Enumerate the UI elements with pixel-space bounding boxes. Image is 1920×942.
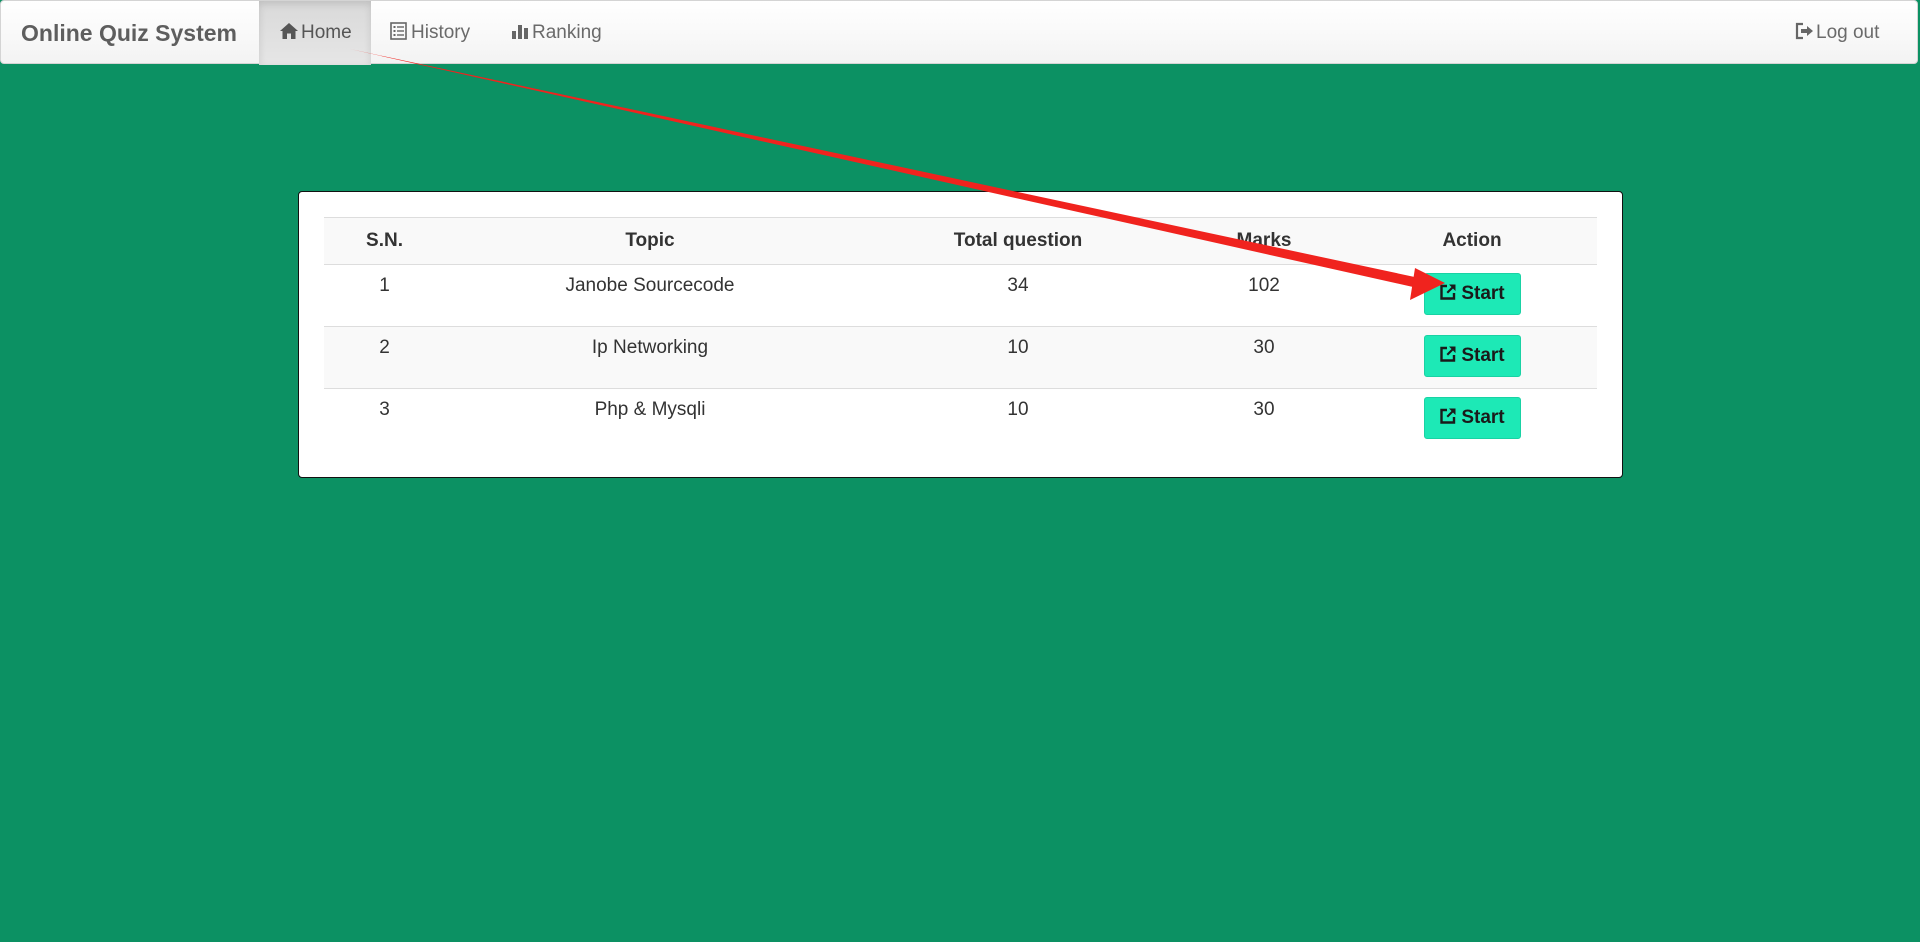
cell-action: Start <box>1347 389 1597 451</box>
logout-label: Log out <box>1816 22 1880 43</box>
table-header-row: S.N. Topic Total question Marks Action <box>324 217 1597 265</box>
quiz-table: S.N. Topic Total question Marks Action 1… <box>324 217 1597 451</box>
bar-chart-icon <box>510 22 530 40</box>
cell-total-question: 10 <box>1007 399 1029 420</box>
nav-history[interactable]: History <box>389 1 470 65</box>
brand-title[interactable]: Online Quiz System <box>21 1 237 65</box>
header-action: Action <box>1347 217 1597 265</box>
start-button-label: Start <box>1461 407 1505 428</box>
start-quiz-button[interactable]: Start <box>1423 273 1521 315</box>
nav-ranking-label: Ranking <box>532 22 602 43</box>
start-quiz-button[interactable]: Start <box>1423 397 1521 439</box>
list-icon <box>389 22 409 40</box>
header-topic: Topic <box>445 217 855 265</box>
cell-total-question: 10 <box>855 326 1181 389</box>
cell-topic: Php & Mysqli <box>594 399 706 420</box>
nav-home[interactable]: Home <box>259 1 371 65</box>
header-sn: S.N. <box>324 217 445 265</box>
table-row: 1 Janobe Sourcecode 34 102 Start <box>324 264 1597 327</box>
cell-sn: 2 <box>324 326 445 389</box>
cell-topic: Ip Networking <box>445 326 855 389</box>
cell-topic: Janobe Sourcecode <box>445 264 855 327</box>
external-link-icon <box>1439 407 1457 425</box>
cell-marks: 30 <box>1181 326 1347 389</box>
header-marks: Marks <box>1181 217 1347 265</box>
table-row: 3 Php & Mysqli 10 30 Start <box>324 389 1597 451</box>
table-row: 2 Ip Networking 10 30 Start <box>324 326 1597 389</box>
start-quiz-button[interactable]: Start <box>1423 335 1521 377</box>
home-icon <box>279 22 299 40</box>
quiz-panel: S.N. Topic Total question Marks Action 1… <box>298 191 1623 478</box>
top-navbar: Online Quiz System Home History Ranking … <box>0 0 1918 65</box>
logout-icon <box>1794 22 1814 40</box>
external-link-icon <box>1439 283 1457 301</box>
cell-total-question: 34 <box>855 264 1181 327</box>
nav-home-label: Home <box>301 22 352 43</box>
external-link-icon <box>1439 345 1457 363</box>
cell-sn: 1 <box>324 264 445 327</box>
logout-link[interactable]: Log out <box>1794 1 1879 65</box>
cell-marks: 102 <box>1181 264 1347 327</box>
nav-history-label: History <box>411 22 471 43</box>
nav-ranking[interactable]: Ranking <box>510 1 602 65</box>
cell-sn: 3 <box>379 399 390 420</box>
start-button-label: Start <box>1461 345 1505 366</box>
cell-marks: 30 <box>1253 399 1275 420</box>
cell-action: Start <box>1347 264 1597 327</box>
start-button-label: Start <box>1461 283 1505 304</box>
cell-action: Start <box>1347 326 1597 389</box>
header-total-question: Total question <box>855 217 1181 265</box>
